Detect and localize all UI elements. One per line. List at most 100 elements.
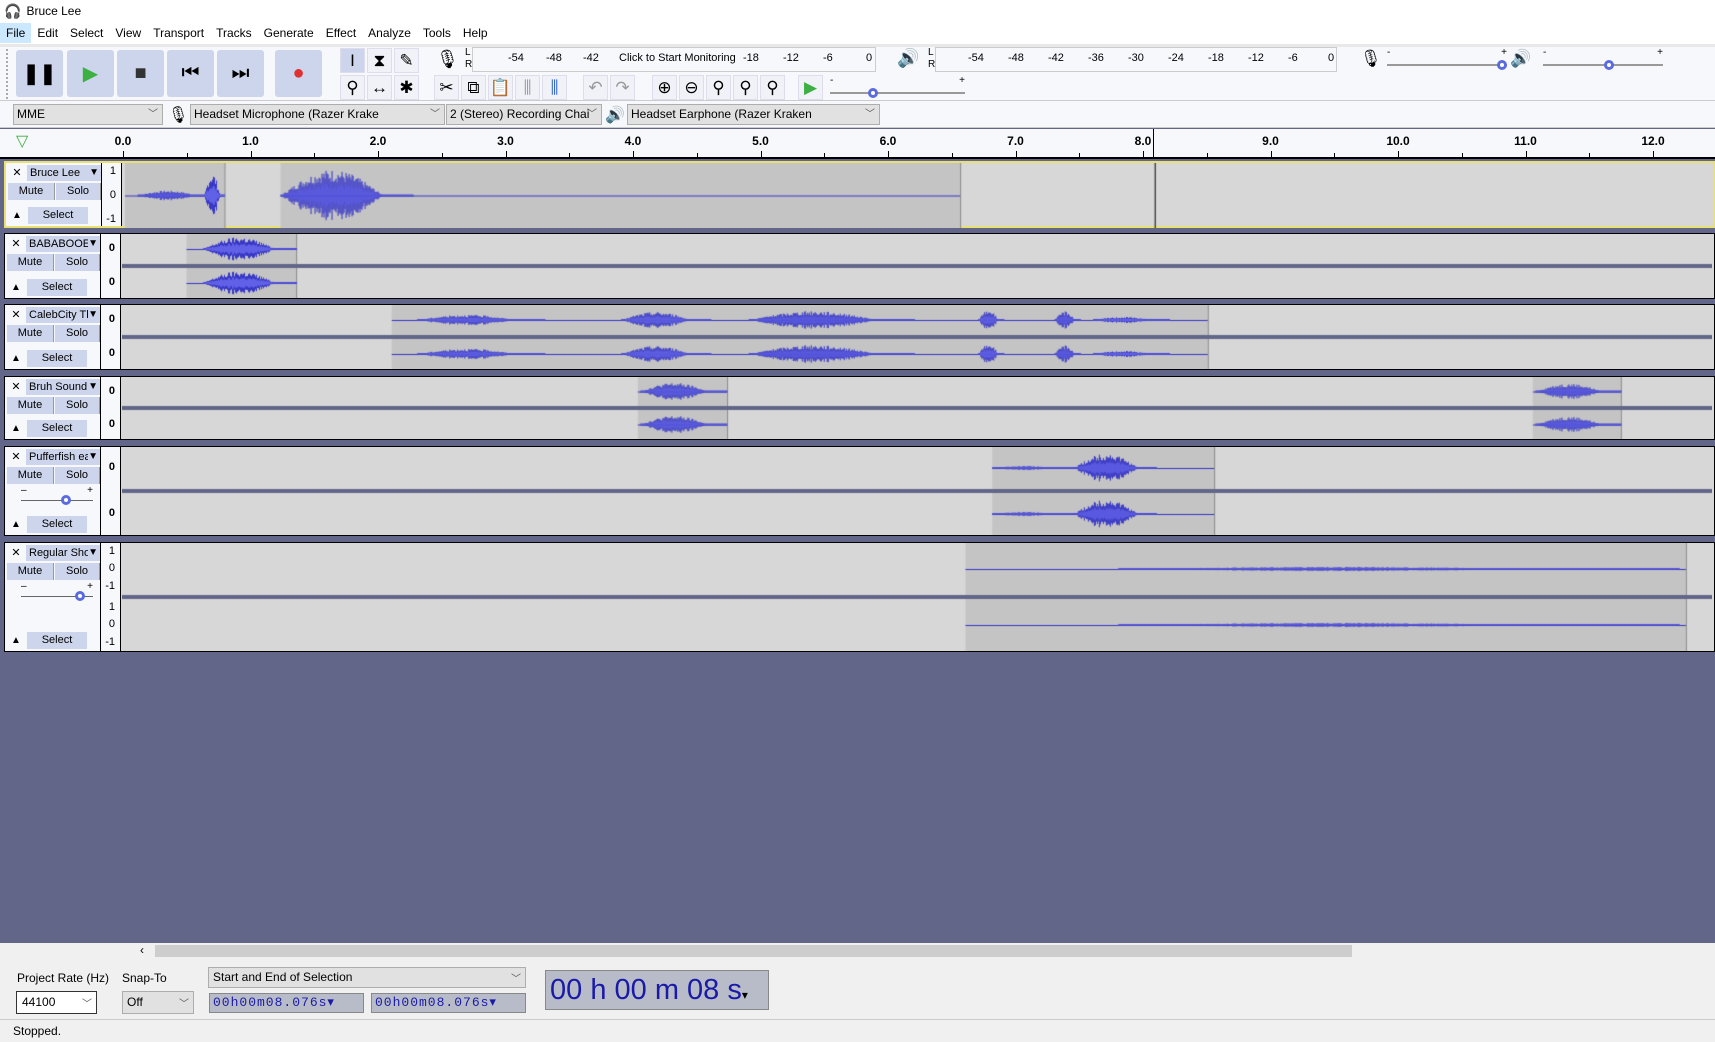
close-track-button[interactable]: ✕	[7, 307, 25, 323]
scrollbar-thumb[interactable]	[155, 945, 1352, 957]
solo-button[interactable]: Solo	[55, 254, 100, 271]
collapse-track-icon[interactable]: ▲	[8, 207, 26, 224]
zoom-toggle-button[interactable]: ⚲	[760, 75, 785, 100]
pinned-play-head-icon[interactable]: ▽	[16, 131, 28, 151]
scroll-left-icon[interactable]: ‹	[140, 943, 144, 957]
solo-button[interactable]: Solo	[55, 397, 100, 414]
select-track-button[interactable]: Select	[27, 516, 87, 533]
select-track-button[interactable]: Select	[27, 350, 87, 367]
waveform[interactable]	[122, 447, 1712, 535]
waveform[interactable]	[122, 305, 1712, 369]
selection-tool[interactable]: Ι	[340, 48, 365, 73]
audio-track[interactable]: ✕ Regular Sho ▼ Mute Solo ▲ Select – +1 0 -1 1…	[4, 542, 1715, 652]
zoom-out-button[interactable]: ⊖	[679, 75, 704, 100]
slider-thumb[interactable]	[867, 88, 878, 98]
waveform[interactable]	[123, 163, 1713, 228]
menu-view[interactable]: View	[109, 23, 147, 43]
solo-button[interactable]: Solo	[56, 183, 101, 200]
audio-track[interactable]: ✕ CalebCity Th ▼ Mute Solo ▲ Select 0 0	[4, 304, 1715, 370]
collapse-track-icon[interactable]: ▲	[7, 350, 25, 367]
close-track-button[interactable]: ✕	[7, 379, 25, 395]
waveform[interactable]	[122, 543, 1712, 651]
track-name-menu[interactable]: Bruh Sound ▼	[26, 379, 100, 395]
close-track-button[interactable]: ✕	[7, 545, 25, 561]
track-name-menu[interactable]: BABABOOEY ▼	[26, 236, 100, 252]
time-shift-tool[interactable]: ↔	[367, 75, 392, 100]
time-display[interactable]: 00 h 00 m 08 s▾	[545, 970, 769, 1010]
audio-track[interactable]: ✕ Pufferfish ea ▼ Mute Solo ▲ Select – +0 0	[4, 446, 1715, 536]
solo-button[interactable]: Solo	[55, 563, 100, 580]
select-track-button[interactable]: Select	[27, 632, 87, 649]
menu-file[interactable]: File	[0, 23, 32, 43]
draw-tool[interactable]: ✎	[394, 48, 419, 73]
snap-to-select[interactable]: Off ﹀	[122, 991, 194, 1014]
slider-thumb[interactable]	[75, 591, 85, 601]
timeline-ruler[interactable]: ▽ 0.0 1.0 2.0 3.0 4.0 5.0 6.0 7.0 8.0 9.0 10.0 11.0…	[0, 129, 1715, 159]
trim-button[interactable]: ⫼	[515, 75, 540, 100]
track-name-menu[interactable]: Pufferfish ea ▼	[26, 449, 100, 465]
fit-project-button[interactable]: ⚲	[733, 75, 758, 100]
track-name-menu[interactable]: Regular Sho ▼	[26, 545, 100, 561]
mute-button[interactable]: Mute	[7, 397, 54, 414]
copy-button[interactable]: ⧉	[461, 75, 486, 100]
audio-track[interactable]: ✕ Bruce Lee ▼ Mute Solo ▲ Select 1 0 -1	[4, 161, 1715, 228]
undo-button[interactable]: ↶	[583, 75, 608, 100]
close-track-button[interactable]: ✕	[8, 165, 26, 181]
gain-slider[interactable]: – +	[19, 581, 95, 605]
track-name-menu[interactable]: CalebCity Th ▼	[26, 307, 100, 323]
playback-speaker-icon[interactable]: 🔊	[897, 48, 919, 69]
select-track-button[interactable]: Select	[27, 420, 87, 437]
collapse-track-icon[interactable]: ▲	[7, 516, 25, 533]
pause-button[interactable]: ❚❚	[16, 50, 63, 97]
play-button[interactable]: ▶	[67, 50, 114, 97]
menu-generate[interactable]: Generate	[258, 23, 320, 43]
recording-channels-select[interactable]: 2 (Stereo) Recording Chai ﹀	[446, 104, 602, 125]
play-speed-slider[interactable]: - +	[830, 75, 965, 100]
zoom-tool[interactable]: ⚲	[340, 75, 365, 100]
menu-tracks[interactable]: Tracks	[210, 23, 258, 43]
record-meter[interactable]: Click to Start Monitoring -54 -48 -42 -18 -1…	[472, 47, 876, 72]
silence-button[interactable]: ⫼	[542, 75, 567, 100]
slider-thumb[interactable]	[1603, 60, 1614, 70]
zoom-in-button[interactable]: ⊕	[652, 75, 677, 100]
output-volume-slider[interactable]: - +	[1543, 47, 1663, 72]
playback-device-select[interactable]: Headset Earphone (Razer Kraken ﹀	[627, 104, 880, 125]
slider-thumb[interactable]	[1497, 60, 1507, 70]
project-rate-select[interactable]: 44100 ﹀	[16, 991, 97, 1014]
multi-tool[interactable]: ✱	[394, 75, 419, 100]
play-at-speed-button[interactable]: ▶	[798, 75, 823, 100]
solo-button[interactable]: Solo	[55, 325, 100, 342]
record-meter-mic-icon[interactable]: 🎙	[436, 49, 459, 70]
gain-slider[interactable]: – +	[19, 485, 95, 509]
stop-button[interactable]: ■	[117, 50, 164, 97]
start-monitoring-label[interactable]: Click to Start Monitoring	[617, 52, 738, 64]
toolbar-grip[interactable]	[6, 49, 12, 99]
collapse-track-icon[interactable]: ▲	[7, 420, 25, 437]
slider-thumb[interactable]	[61, 495, 71, 505]
audio-track[interactable]: ✕ Bruh Sound ▼ Mute Solo ▲ Select 0 0	[4, 376, 1715, 440]
select-track-button[interactable]: Select	[27, 279, 87, 296]
recording-device-select[interactable]: Headset Microphone (Razer Krake ﹀	[190, 104, 445, 125]
close-track-button[interactable]: ✕	[7, 449, 25, 465]
track-name-menu[interactable]: Bruce Lee ▼	[27, 165, 101, 181]
input-volume-slider[interactable]: - +	[1387, 47, 1507, 72]
paste-button[interactable]: 📋	[488, 75, 513, 100]
selection-start-time[interactable]: 00h00m08.076s▾	[209, 993, 364, 1013]
menu-effect[interactable]: Effect	[320, 23, 362, 43]
selection-mode-select[interactable]: Start and End of Selection ﹀	[208, 967, 526, 988]
solo-button[interactable]: Solo	[55, 467, 100, 484]
audio-host-select[interactable]: MME ﹀	[13, 104, 163, 125]
menu-help[interactable]: Help	[457, 23, 494, 43]
mute-button[interactable]: Mute	[8, 183, 55, 200]
menu-edit[interactable]: Edit	[31, 23, 64, 43]
close-track-button[interactable]: ✕	[7, 236, 25, 252]
envelope-tool[interactable]: ⧗	[367, 48, 392, 73]
menu-tools[interactable]: Tools	[417, 23, 457, 43]
skip-to-start-button[interactable]: ⏮	[167, 50, 214, 97]
collapse-track-icon[interactable]: ▲	[7, 279, 25, 296]
record-button[interactable]: ●	[275, 50, 322, 97]
menu-transport[interactable]: Transport	[147, 23, 210, 43]
select-track-button[interactable]: Select	[28, 207, 88, 224]
selection-end-time[interactable]: 00h00m08.076s▾	[371, 993, 526, 1013]
waveform[interactable]	[122, 377, 1712, 439]
